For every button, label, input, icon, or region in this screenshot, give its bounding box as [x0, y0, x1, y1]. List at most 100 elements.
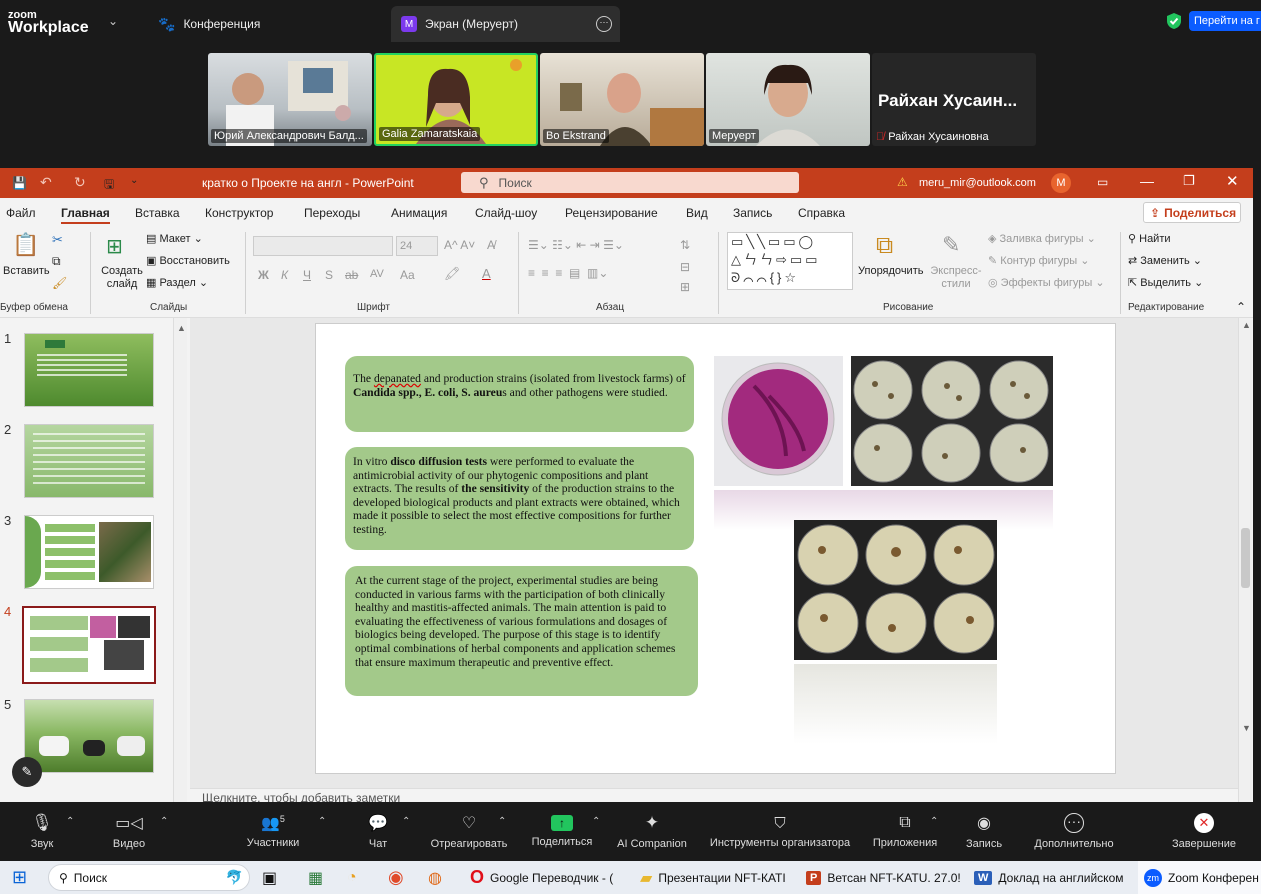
close-icon[interactable]: ✕: [1226, 172, 1239, 190]
slide-thumbnail-3[interactable]: [24, 515, 154, 589]
tab-help[interactable]: Справка: [798, 206, 845, 220]
chat-button[interactable]: 💬 Чат: [360, 802, 396, 861]
tab-home[interactable]: Главная: [61, 206, 110, 224]
align-icons[interactable]: ≡ ≡ ≡ ▤ ▥⌄: [528, 266, 608, 280]
arrange-icon[interactable]: ⧉: [876, 232, 893, 260]
font-color-icon[interactable]: A: [482, 266, 491, 281]
more-button[interactable]: ··· Дополнительно: [1028, 802, 1120, 861]
quick-styles-icon[interactable]: ✎: [942, 232, 960, 258]
chevron-up-icon[interactable]: ⌃: [318, 816, 326, 827]
chevron-down-icon[interactable]: ⌄: [108, 14, 118, 28]
avatar[interactable]: M: [1051, 173, 1071, 193]
section-button[interactable]: ▦ Раздел ⌄: [146, 276, 208, 289]
layout-button[interactable]: ▤ Макет ⌄: [146, 232, 203, 245]
taskbar-item-word[interactable]: W Доклад на английском: [974, 861, 1124, 894]
tab-file[interactable]: Файл: [6, 206, 36, 220]
host-tools-button[interactable]: ⛉ Инструменты организатора: [702, 802, 858, 861]
ribbon-display-icon[interactable]: ▭: [1097, 175, 1108, 189]
tab-transitions[interactable]: Переходы: [304, 206, 360, 220]
taskbar-item-folder[interactable]: ▰ Презентации NFT-КАТІ: [640, 861, 786, 894]
text-box-current-stage[interactable]: At the current stage of the project, exp…: [345, 566, 698, 696]
ai-companion-button[interactable]: ✦ AI Companion: [614, 802, 690, 861]
taskbar-search[interactable]: ⚲ Поиск 🐬: [48, 864, 250, 891]
record-button[interactable]: ◉ Запись: [962, 802, 1006, 861]
tab-conference[interactable]: 🐾 Конференция: [148, 6, 270, 42]
present-icon[interactable]: 🖫: [104, 175, 114, 196]
new-slide-button[interactable]: Создать слайд: [100, 265, 144, 291]
shapes-gallery[interactable]: ▭╲╲▭▭◯ △ㄣㄣ⇨▭▭ ᘐ⌒⌒{}☆: [727, 232, 853, 290]
chevron-up-icon[interactable]: ⌃: [498, 816, 506, 827]
copy-icon[interactable]: ⧉: [52, 254, 61, 269]
shape-fill-button[interactable]: ◈ Заливка фигуры ⌄: [988, 232, 1096, 245]
tab-view[interactable]: Вид: [686, 206, 708, 220]
pen-button[interactable]: ✎: [12, 757, 42, 787]
text-box-tests[interactable]: In vitro disco diffusion tests were perf…: [345, 447, 694, 550]
minimize-icon[interactable]: —: [1140, 173, 1154, 189]
clear-format-icon[interactable]: A̸: [487, 238, 495, 252]
video-tile[interactable]: Меруерт: [706, 53, 870, 146]
smartart-icon[interactable]: ⊞: [680, 280, 690, 294]
italic-button[interactable]: К: [281, 268, 288, 282]
goto-button[interactable]: Перейти на г: [1189, 11, 1261, 31]
video-tile[interactable]: Bo Ekstrand: [540, 53, 704, 146]
taskbar-item-translator[interactable]: O Google Переводчик - (: [470, 861, 613, 894]
scroll-up-icon[interactable]: ▲: [1242, 320, 1251, 330]
chevron-up-icon[interactable]: ⌃: [592, 816, 600, 827]
video-tile[interactable]: Юрий Александрович Балд...: [208, 53, 372, 146]
share-button[interactable]: ⇪ Поделиться: [1143, 202, 1241, 223]
bullets-icon[interactable]: ☰⌄ ☷⌄ ⇤ ⇥ ☰⌄: [528, 238, 624, 252]
cut-icon[interactable]: ✂: [52, 232, 63, 248]
bold-button[interactable]: Ж: [258, 268, 269, 282]
align-text-icon[interactable]: ⊟: [680, 260, 690, 274]
tab-design[interactable]: Конструктор: [205, 206, 273, 220]
taskbar-item-powerpoint[interactable]: P Ветсан NFT-KATU. 27.0!: [806, 861, 961, 894]
start-button[interactable]: ⊞: [12, 861, 27, 894]
tab-animations[interactable]: Анимация: [391, 206, 447, 220]
paste-icon[interactable]: 📋: [12, 232, 39, 258]
underline-button[interactable]: Ч: [303, 268, 311, 282]
quick-styles-button[interactable]: Экспресс-стили: [928, 265, 984, 291]
undo-icon[interactable]: ↶: [40, 174, 52, 191]
replace-button[interactable]: ⇄ Заменить ⌄: [1128, 254, 1202, 267]
slide-thumbnail-5[interactable]: [24, 699, 154, 773]
chevron-up-icon[interactable]: ⌃: [160, 816, 168, 827]
share-screen-button[interactable]: ↑ Поделиться: [528, 802, 596, 861]
reset-button[interactable]: ▣ Восстановить: [146, 254, 230, 267]
notes-pane[interactable]: Щелкните, чтобы добавить заметки: [190, 788, 1238, 802]
case-button[interactable]: Aa: [400, 268, 415, 282]
thumbs-scrollbar[interactable]: ▲: [173, 318, 187, 802]
video-tile-no-video[interactable]: Райхан Хусаин... 🎙̸ Райхан Хусаиновна: [872, 53, 1036, 146]
slide-thumbnail-2[interactable]: [24, 424, 154, 498]
spacing-button[interactable]: AV: [370, 268, 384, 280]
chevron-up-icon[interactable]: ⌃: [402, 816, 410, 827]
text-direction-icon[interactable]: ⇅: [680, 238, 690, 252]
slide-thumbnail-4-selected[interactable]: [22, 606, 156, 684]
new-slide-icon[interactable]: ⊞: [106, 234, 123, 259]
shape-effects-button[interactable]: ◎ Эффекты фигуры ⌄: [988, 276, 1105, 289]
shape-outline-button[interactable]: ✎ Контур фигуры ⌄: [988, 254, 1089, 267]
scroll-up-icon[interactable]: ▲: [174, 323, 186, 333]
font-size-select[interactable]: 24: [396, 236, 438, 256]
font-grow-icon[interactable]: A^ A˅: [444, 238, 475, 252]
more-icon[interactable]: ···: [596, 16, 612, 32]
paste-button[interactable]: Вставить: [3, 265, 50, 277]
redo-icon[interactable]: ↻: [74, 174, 86, 191]
shadow-button[interactable]: S: [325, 268, 333, 282]
end-meeting-button[interactable]: ✕ Завершение: [1168, 802, 1240, 861]
react-button[interactable]: ♡ Отреагировать: [424, 802, 514, 861]
video-button[interactable]: ▭◁ Видео: [106, 802, 152, 861]
account-email[interactable]: meru_mir@outlook.com: [919, 177, 1036, 189]
task-view-icon[interactable]: ▣: [262, 861, 277, 894]
apps-button[interactable]: ⧉ Приложения: [868, 802, 942, 861]
scroll-thumb[interactable]: [1241, 528, 1250, 588]
highlight-icon[interactable]: 🖍: [444, 266, 461, 282]
select-button[interactable]: ⇱ Выделить ⌄: [1128, 276, 1203, 289]
collapse-ribbon-icon[interactable]: ⌃: [1236, 300, 1246, 314]
calculator-icon[interactable]: ▦: [308, 861, 323, 894]
audio-button[interactable]: 🎙 Звук: [20, 802, 64, 861]
firefox-icon[interactable]: ◍: [428, 861, 442, 894]
slide-thumbnail-1[interactable]: [24, 333, 154, 407]
video-tile-active-speaker[interactable]: Galia Zamaratskaia: [374, 53, 538, 146]
search-box[interactable]: ⚲ Поиск: [461, 172, 799, 193]
format-painter-icon[interactable]: 🖌: [52, 276, 67, 290]
